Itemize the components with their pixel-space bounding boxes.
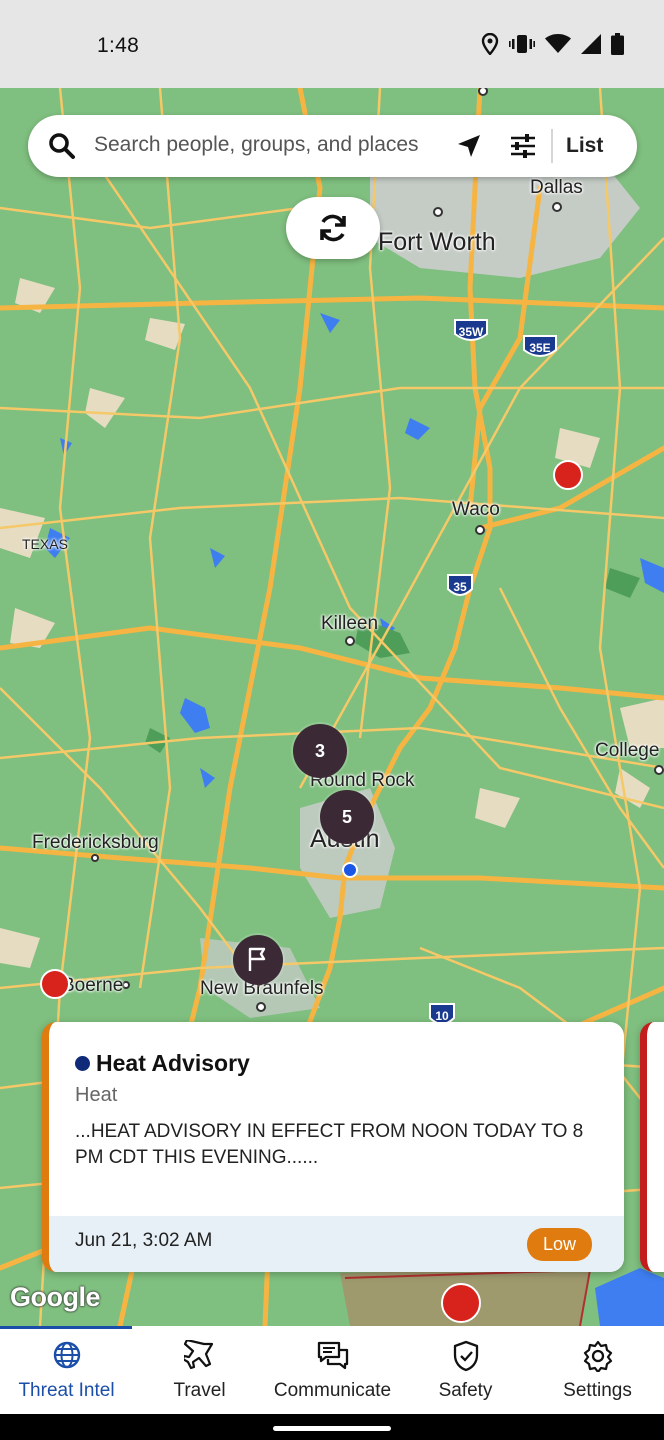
tab-label: Travel xyxy=(173,1380,226,1401)
navigation-arrow-icon[interactable] xyxy=(456,133,482,159)
alert-marker[interactable] xyxy=(441,1283,481,1323)
map-label-college: College xyxy=(595,740,660,761)
system-nav-bar xyxy=(0,1414,664,1440)
status-bar: 1:48 xyxy=(0,0,664,88)
map-label-killeen: Killeen xyxy=(321,613,379,634)
tab-settings[interactable]: Settings xyxy=(531,1326,664,1414)
alert-timestamp: Jun 21, 3:02 AM xyxy=(75,1230,213,1251)
tab-label: Threat Intel xyxy=(18,1380,115,1401)
shield-35: 35 xyxy=(453,580,467,594)
signal-icon xyxy=(581,34,601,54)
vibrate-icon xyxy=(509,35,535,53)
tab-safety[interactable]: Safety xyxy=(399,1326,532,1414)
list-view-button[interactable]: List xyxy=(566,134,603,158)
bottom-tab-bar: Threat Intel Travel Communicate Safety S… xyxy=(0,1326,664,1414)
alert-card[interactable]: Heat Advisory Heat ...HEAT ADVISORY IN E… xyxy=(42,1022,624,1272)
severity-badge: Low xyxy=(526,1228,592,1261)
cluster-marker-austin[interactable]: 5 xyxy=(320,790,374,844)
home-gesture-pill[interactable] xyxy=(273,1426,391,1431)
my-location-dot xyxy=(342,862,358,878)
search-divider xyxy=(551,129,553,163)
chat-icon xyxy=(317,1341,348,1370)
tab-travel[interactable]: Travel xyxy=(133,1326,266,1414)
tab-threat-intel[interactable]: Threat Intel xyxy=(0,1326,133,1414)
refresh-icon xyxy=(320,214,346,242)
alert-title: Heat Advisory xyxy=(96,1050,250,1076)
flag-marker[interactable] xyxy=(233,935,283,985)
alert-marker[interactable] xyxy=(553,460,583,490)
refresh-button[interactable] xyxy=(286,197,380,259)
gear-icon xyxy=(583,1340,612,1372)
map-label-waco: Waco xyxy=(452,499,500,520)
tab-communicate[interactable]: Communicate xyxy=(266,1326,399,1414)
tab-label: Communicate xyxy=(273,1380,392,1401)
shield-35e: 35E xyxy=(529,341,550,355)
shield-check-icon xyxy=(453,1340,478,1372)
cluster-marker-north[interactable]: 3 xyxy=(293,724,347,778)
google-logo: Google xyxy=(10,1282,101,1312)
search-input[interactable] xyxy=(94,129,472,161)
alert-marker[interactable] xyxy=(40,969,70,999)
search-icon xyxy=(49,133,75,159)
map-label-fort-worth: Fort Worth xyxy=(378,228,496,256)
next-alert-card-peek[interactable] xyxy=(640,1022,664,1272)
alert-category: Heat xyxy=(75,1084,118,1106)
search-bar[interactable]: List xyxy=(28,115,637,177)
cluster-count: 5 xyxy=(341,806,352,827)
shield-35w: 35W xyxy=(459,325,484,339)
alert-footer: Jun 21, 3:02 AM Low xyxy=(49,1216,624,1272)
wifi-icon xyxy=(545,34,571,53)
map-label-fredericksburg: Fredericksburg xyxy=(32,832,159,853)
map-label-texas: TEXAS xyxy=(22,536,68,552)
cluster-count: 3 xyxy=(314,740,325,761)
tab-label: Safety xyxy=(438,1380,493,1401)
alert-body: ...HEAT ADVISORY IN EFFECT FROM NOON TOD… xyxy=(75,1121,584,1168)
battery-icon xyxy=(611,33,624,55)
shield-10: 10 xyxy=(435,1009,449,1023)
airplane-icon xyxy=(183,1340,213,1370)
location-icon xyxy=(481,33,499,55)
globe-icon xyxy=(53,1341,80,1369)
status-time: 1:48 xyxy=(97,34,140,57)
alert-status-dot xyxy=(75,1056,90,1071)
filter-sliders-icon[interactable] xyxy=(509,133,537,159)
map-label-boerne: Boerne xyxy=(62,975,124,996)
flag-icon xyxy=(248,947,266,971)
map-label-dallas: Dallas xyxy=(530,177,583,198)
tab-label: Settings xyxy=(563,1380,632,1401)
